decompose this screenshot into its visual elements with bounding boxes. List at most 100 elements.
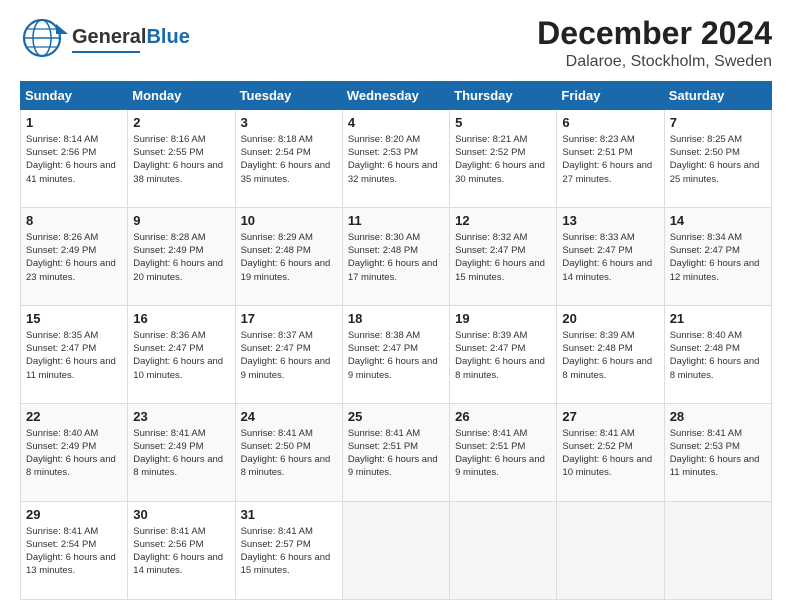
calendar-week-5: 29 Sunrise: 8:41 AM Sunset: 2:54 PM Dayl… (21, 502, 772, 600)
calendar-cell: 24 Sunrise: 8:41 AM Sunset: 2:50 PM Dayl… (235, 404, 342, 502)
calendar-cell: 11 Sunrise: 8:30 AM Sunset: 2:48 PM Dayl… (342, 208, 449, 306)
calendar-cell: 13 Sunrise: 8:33 AM Sunset: 2:47 PM Dayl… (557, 208, 664, 306)
day-number: 5 (455, 114, 551, 132)
day-info: Sunrise: 8:28 AM Sunset: 2:49 PM Dayligh… (133, 231, 229, 284)
day-info: Sunrise: 8:41 AM Sunset: 2:57 PM Dayligh… (241, 525, 337, 578)
day-number: 21 (670, 310, 766, 328)
day-info: Sunrise: 8:41 AM Sunset: 2:53 PM Dayligh… (670, 427, 766, 480)
calendar-header-row: Sunday Monday Tuesday Wednesday Thursday… (21, 82, 772, 110)
day-info: Sunrise: 8:30 AM Sunset: 2:48 PM Dayligh… (348, 231, 444, 284)
day-number: 8 (26, 212, 122, 230)
day-number: 14 (670, 212, 766, 230)
day-info: Sunrise: 8:35 AM Sunset: 2:47 PM Dayligh… (26, 329, 122, 382)
day-number: 25 (348, 408, 444, 426)
day-info: Sunrise: 8:41 AM Sunset: 2:56 PM Dayligh… (133, 525, 229, 578)
calendar-cell: 22 Sunrise: 8:40 AM Sunset: 2:49 PM Dayl… (21, 404, 128, 502)
col-saturday: Saturday (664, 82, 771, 110)
title-block: December 2024 Dalaroe, Stockholm, Sweden (537, 16, 772, 71)
day-info: Sunrise: 8:23 AM Sunset: 2:51 PM Dayligh… (562, 133, 658, 186)
day-info: Sunrise: 8:20 AM Sunset: 2:53 PM Dayligh… (348, 133, 444, 186)
calendar-cell: 15 Sunrise: 8:35 AM Sunset: 2:47 PM Dayl… (21, 306, 128, 404)
calendar-cell: 18 Sunrise: 8:38 AM Sunset: 2:47 PM Dayl… (342, 306, 449, 404)
day-info: Sunrise: 8:39 AM Sunset: 2:47 PM Dayligh… (455, 329, 551, 382)
day-info: Sunrise: 8:41 AM Sunset: 2:52 PM Dayligh… (562, 427, 658, 480)
calendar-cell: 30 Sunrise: 8:41 AM Sunset: 2:56 PM Dayl… (128, 502, 235, 600)
calendar-cell (557, 502, 664, 600)
day-info: Sunrise: 8:25 AM Sunset: 2:50 PM Dayligh… (670, 133, 766, 186)
day-number: 31 (241, 506, 337, 524)
day-number: 17 (241, 310, 337, 328)
calendar-cell: 14 Sunrise: 8:34 AM Sunset: 2:47 PM Dayl… (664, 208, 771, 306)
day-info: Sunrise: 8:29 AM Sunset: 2:48 PM Dayligh… (241, 231, 337, 284)
col-monday: Monday (128, 82, 235, 110)
calendar-week-4: 22 Sunrise: 8:40 AM Sunset: 2:49 PM Dayl… (21, 404, 772, 502)
day-info: Sunrise: 8:37 AM Sunset: 2:47 PM Dayligh… (241, 329, 337, 382)
day-info: Sunrise: 8:41 AM Sunset: 2:50 PM Dayligh… (241, 427, 337, 480)
day-info: Sunrise: 8:18 AM Sunset: 2:54 PM Dayligh… (241, 133, 337, 186)
col-sunday: Sunday (21, 82, 128, 110)
subtitle: Dalaroe, Stockholm, Sweden (537, 53, 772, 71)
day-info: Sunrise: 8:32 AM Sunset: 2:47 PM Dayligh… (455, 231, 551, 284)
day-info: Sunrise: 8:40 AM Sunset: 2:49 PM Dayligh… (26, 427, 122, 480)
col-friday: Friday (557, 82, 664, 110)
logo: GeneralBlue (20, 16, 190, 62)
day-number: 29 (26, 506, 122, 524)
day-number: 15 (26, 310, 122, 328)
day-number: 7 (670, 114, 766, 132)
calendar-cell: 28 Sunrise: 8:41 AM Sunset: 2:53 PM Dayl… (664, 404, 771, 502)
calendar-cell: 6 Sunrise: 8:23 AM Sunset: 2:51 PM Dayli… (557, 110, 664, 208)
main-title: December 2024 (537, 16, 772, 51)
calendar-cell: 10 Sunrise: 8:29 AM Sunset: 2:48 PM Dayl… (235, 208, 342, 306)
calendar-cell: 12 Sunrise: 8:32 AM Sunset: 2:47 PM Dayl… (450, 208, 557, 306)
day-info: Sunrise: 8:41 AM Sunset: 2:49 PM Dayligh… (133, 427, 229, 480)
day-number: 10 (241, 212, 337, 230)
day-number: 13 (562, 212, 658, 230)
calendar-cell: 31 Sunrise: 8:41 AM Sunset: 2:57 PM Dayl… (235, 502, 342, 600)
calendar-cell: 16 Sunrise: 8:36 AM Sunset: 2:47 PM Dayl… (128, 306, 235, 404)
calendar-cell (342, 502, 449, 600)
calendar-cell: 19 Sunrise: 8:39 AM Sunset: 2:47 PM Dayl… (450, 306, 557, 404)
calendar-cell: 17 Sunrise: 8:37 AM Sunset: 2:47 PM Dayl… (235, 306, 342, 404)
day-info: Sunrise: 8:38 AM Sunset: 2:47 PM Dayligh… (348, 329, 444, 382)
day-info: Sunrise: 8:40 AM Sunset: 2:48 PM Dayligh… (670, 329, 766, 382)
calendar-cell: 3 Sunrise: 8:18 AM Sunset: 2:54 PM Dayli… (235, 110, 342, 208)
day-number: 27 (562, 408, 658, 426)
day-info: Sunrise: 8:39 AM Sunset: 2:48 PM Dayligh… (562, 329, 658, 382)
calendar-cell: 1 Sunrise: 8:14 AM Sunset: 2:56 PM Dayli… (21, 110, 128, 208)
calendar-cell (664, 502, 771, 600)
day-info: Sunrise: 8:26 AM Sunset: 2:49 PM Dayligh… (26, 231, 122, 284)
page: GeneralBlue December 2024 Dalaroe, Stock… (0, 0, 792, 612)
col-wednesday: Wednesday (342, 82, 449, 110)
day-info: Sunrise: 8:41 AM Sunset: 2:51 PM Dayligh… (455, 427, 551, 480)
logo-text-block: GeneralBlue (72, 26, 190, 53)
day-number: 3 (241, 114, 337, 132)
calendar-cell: 23 Sunrise: 8:41 AM Sunset: 2:49 PM Dayl… (128, 404, 235, 502)
col-thursday: Thursday (450, 82, 557, 110)
day-number: 6 (562, 114, 658, 132)
day-info: Sunrise: 8:14 AM Sunset: 2:56 PM Dayligh… (26, 133, 122, 186)
calendar-cell (450, 502, 557, 600)
day-number: 16 (133, 310, 229, 328)
day-number: 22 (26, 408, 122, 426)
day-info: Sunrise: 8:36 AM Sunset: 2:47 PM Dayligh… (133, 329, 229, 382)
day-number: 20 (562, 310, 658, 328)
calendar-cell: 9 Sunrise: 8:28 AM Sunset: 2:49 PM Dayli… (128, 208, 235, 306)
calendar-cell: 21 Sunrise: 8:40 AM Sunset: 2:48 PM Dayl… (664, 306, 771, 404)
day-info: Sunrise: 8:34 AM Sunset: 2:47 PM Dayligh… (670, 231, 766, 284)
calendar-cell: 25 Sunrise: 8:41 AM Sunset: 2:51 PM Dayl… (342, 404, 449, 502)
day-number: 28 (670, 408, 766, 426)
calendar-cell: 29 Sunrise: 8:41 AM Sunset: 2:54 PM Dayl… (21, 502, 128, 600)
logo-general: General (72, 26, 146, 48)
day-number: 2 (133, 114, 229, 132)
calendar-cell: 5 Sunrise: 8:21 AM Sunset: 2:52 PM Dayli… (450, 110, 557, 208)
calendar-week-3: 15 Sunrise: 8:35 AM Sunset: 2:47 PM Dayl… (21, 306, 772, 404)
calendar-cell: 4 Sunrise: 8:20 AM Sunset: 2:53 PM Dayli… (342, 110, 449, 208)
calendar-table: Sunday Monday Tuesday Wednesday Thursday… (20, 81, 772, 600)
day-number: 9 (133, 212, 229, 230)
day-info: Sunrise: 8:33 AM Sunset: 2:47 PM Dayligh… (562, 231, 658, 284)
day-info: Sunrise: 8:41 AM Sunset: 2:54 PM Dayligh… (26, 525, 122, 578)
day-number: 19 (455, 310, 551, 328)
logo-blue: Blue (146, 26, 189, 48)
day-number: 1 (26, 114, 122, 132)
day-info: Sunrise: 8:21 AM Sunset: 2:52 PM Dayligh… (455, 133, 551, 186)
